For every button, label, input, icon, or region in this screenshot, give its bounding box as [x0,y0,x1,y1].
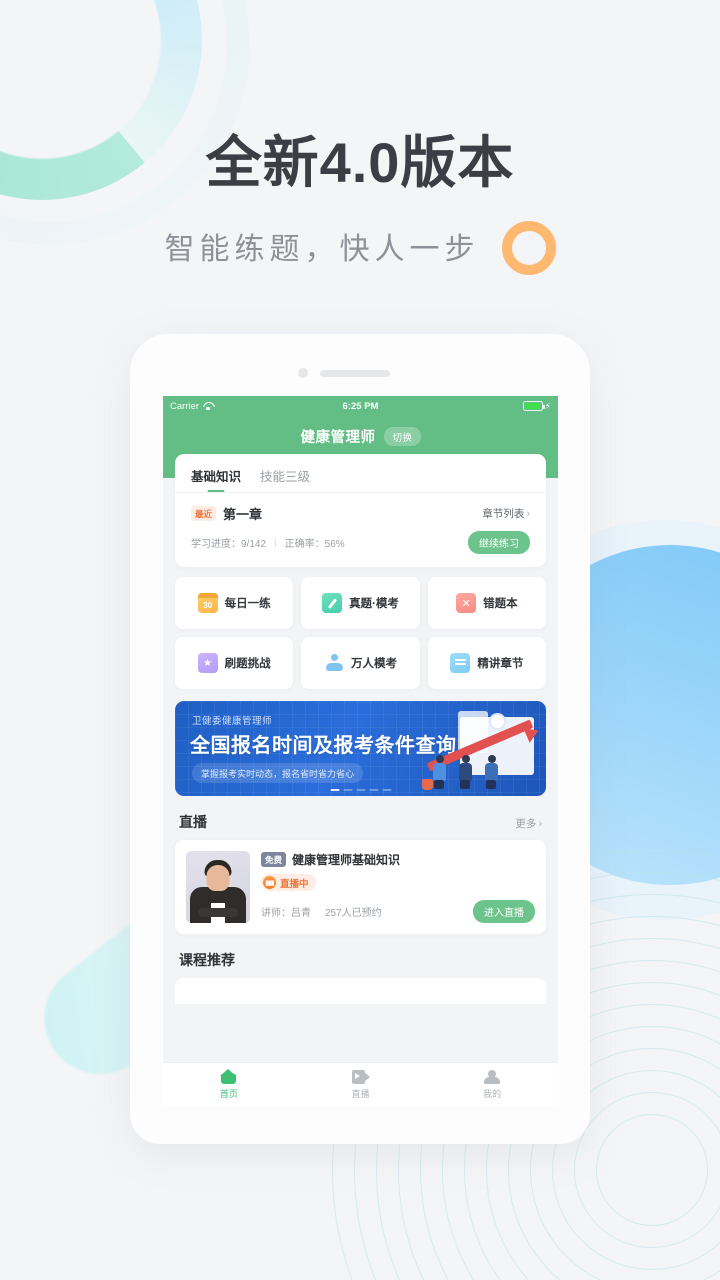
banner-title: 全国报名时间及报考条件查询 [190,735,457,757]
course-card-placeholder[interactable] [175,978,546,1004]
crown-icon: ★ [197,653,218,673]
illustration-clock-icon [489,713,506,730]
grid-item-label: 每日一练 [224,598,271,610]
chapter-list-link[interactable]: 章节列表 › [482,506,530,521]
promo-headline: 全新4.0版本 [205,131,515,194]
onair-label: 直播中 [280,878,309,890]
banner-subtitle: 掌握报考实时动态，报名省时省力省心 [192,763,364,783]
progress-card: 基础知识 技能三级 最近 第一章 章节列表 › 学习进度：9/142 | 正确率… [175,454,546,567]
phone-top-bezel [130,334,590,396]
avatar-arms [198,908,238,917]
status-bar-time: 6:25 PM [342,400,379,412]
live-bars-icon: ▮▮▮ [263,876,276,889]
app-title-row: 健康管理师 切换 [300,426,421,447]
live-more-link[interactable]: 更多 › [515,816,542,831]
chevron-right-icon: › [538,817,542,830]
teacher-name: 讲师：吕青 [261,908,311,919]
live-section-title: 直播 [179,814,207,830]
video-camera-icon [351,1069,370,1084]
camera-icon [298,368,308,378]
tab-live[interactable]: 直播 [295,1069,427,1100]
status-bar: Carrier 6:25 PM ⚡ [163,396,558,416]
live-card-meta-row: 讲师：吕青 257人已预约 进入直播 [261,900,535,923]
wifi-icon [203,402,213,410]
continue-practice-button[interactable]: 继续练习 [468,531,530,554]
promo-subheader: 智能练题，快人一步 [0,217,720,275]
tab-label: 直播 [351,1088,370,1099]
tab-label: 我的 [483,1088,502,1099]
grid-item-label: 错题本 [483,598,518,610]
promo-banner[interactable]: 卫健委健康管理师 全国报名时间及报考条件查询 掌握报考实时动态，报名省时省力省心 [175,701,546,796]
grid-item-group-exam[interactable]: 万人模考 [301,637,420,689]
document-icon [450,653,471,673]
wrong-answers-icon: ✕ [456,593,477,613]
calendar-icon: 30 [197,593,218,613]
grid-item-label: 刷题挑战 [224,658,271,670]
status-bar-left: Carrier [170,401,213,412]
carrier-label: Carrier [170,400,200,412]
grid-item-wrong-answers[interactable]: ✕ 错题本 [427,577,546,629]
live-card-body: 免费 健康管理师基础知识 ▮▮▮ 直播中 讲师：吕青 257人已预约 进入直播 [261,851,535,923]
tab-label: 首页 [219,1089,238,1099]
grid-item-label: 精讲章节 [477,658,524,670]
grid-item-label: 真题·模考 [349,598,399,610]
course-section-title: 课程推荐 [179,952,235,968]
banner-kicker: 卫健委健康管理师 [192,716,273,727]
live-course-card[interactable]: 免费 健康管理师基础知识 ▮▮▮ 直播中 讲师：吕青 257人已预约 进入直播 [175,840,546,934]
grid-item-lectures[interactable]: 精讲章节 [427,637,546,689]
bottom-tab-bar: 首页 直播 我的 [163,1062,558,1106]
chapter-row: 最近 第一章 章节列表 › [175,493,546,523]
phone-screen: Carrier 6:25 PM ⚡ 健康管理师 切换 基础知识 技能三级 最近 … [163,396,558,1106]
scroll-content[interactable]: 基础知识 技能三级 最近 第一章 章节列表 › 学习进度：9/142 | 正确率… [163,454,558,1062]
grid-item-challenge[interactable]: ★ 刷题挑战 [175,637,294,689]
lightning-bolt-icon: ⚡ [544,400,551,411]
live-course-title: 健康管理师基础知识 [292,853,401,867]
profile-icon [484,1069,501,1084]
status-bar-right: ⚡ [522,400,551,412]
page-title: 健康管理师 [300,430,376,446]
tab-home[interactable]: 首页 [163,1069,295,1100]
recent-badge: 最近 [191,506,217,521]
banner-illustration [422,707,542,791]
feature-grid: 30 每日一练 真题·模考 ✕ 错题本 ★ 刷题挑战 万人模考 精讲章节 [163,567,558,689]
reservation-count: 257人已预约 [325,908,382,919]
grid-item-label: 万人模考 [350,658,397,670]
phone-mockup: Carrier 6:25 PM ⚡ 健康管理师 切换 基础知识 技能三级 最近 … [130,334,590,1144]
promo-header: 全新4.0版本 智能练题，快人一步 [0,0,720,275]
teacher-avatar [186,851,250,923]
progress-row: 学习进度：9/142 | 正确率：56% 继续练习 [175,523,546,567]
person-icon [324,653,344,673]
banner-pagination-dots[interactable] [330,788,391,791]
study-progress-text: 学习进度：9/142 [191,539,267,550]
chevron-right-icon: › [526,507,530,520]
pen-icon [322,593,343,613]
progress-separator: | [274,537,277,548]
grid-item-mock-exam[interactable]: 真题·模考 [301,577,420,629]
orange-ring-decoration [501,220,556,275]
status-badge: ▮▮▮ 直播中 [261,874,316,891]
tab-profile[interactable]: 我的 [426,1069,558,1100]
grid-item-daily-practice[interactable]: 30 每日一练 [175,577,294,629]
live-card-title-row: 免费 健康管理师基础知识 [261,851,535,868]
illustration-person-1 [432,755,447,789]
course-section-header: 课程推荐 [163,934,558,978]
tab-basic-knowledge[interactable]: 基础知识 [191,466,241,492]
live-section-header: 直播 更多 › [163,796,558,840]
chapter-list-label: 章节列表 [482,508,525,520]
battery-icon [522,401,545,411]
illustration-person-2 [458,755,473,789]
chapter-name: 第一章 [223,507,263,522]
home-icon [220,1069,237,1084]
accuracy-text: 正确率：56% [284,539,345,550]
avatar-head [206,865,230,891]
enter-live-button[interactable]: 进入直播 [473,900,535,923]
switch-exam-button[interactable]: 切换 [384,427,421,446]
live-more-label: 更多 [515,818,537,830]
tab-skill-level-3[interactable]: 技能三级 [260,466,310,492]
promo-subline: 智能练题，快人一步 [164,232,480,266]
free-badge: 免费 [261,852,287,867]
subject-tabs: 基础知识 技能三级 [175,454,546,492]
speaker-grille [320,370,390,377]
illustration-person-3 [484,755,499,789]
